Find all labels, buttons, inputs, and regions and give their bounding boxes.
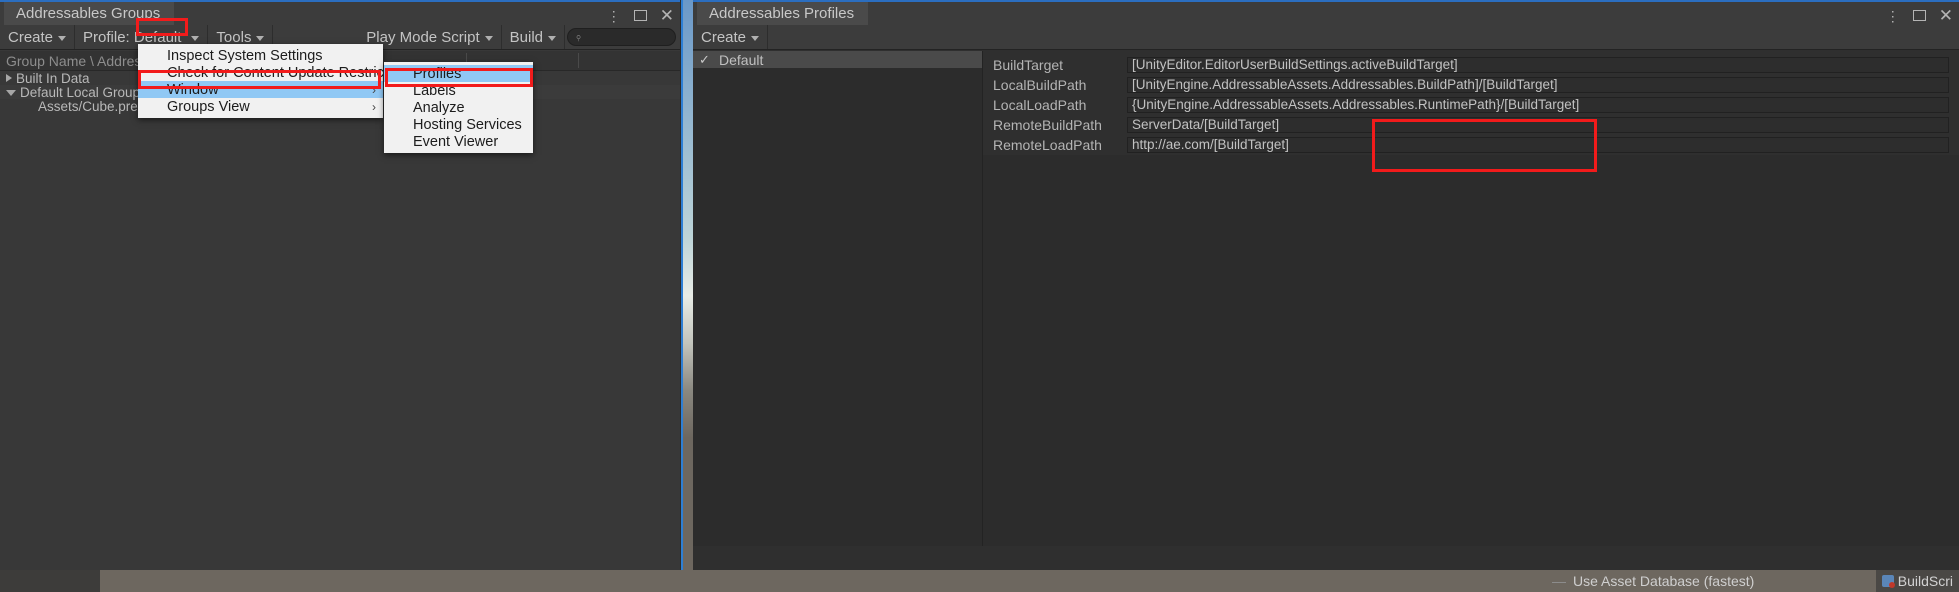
create-label: Create [8,28,54,46]
field-value-remote-build-path[interactable]: ServerData/[BuildTarget] [1127,117,1949,133]
menu-item-label: Profiles [413,65,462,82]
tab-addressables-profiles[interactable]: Addressables Profiles [697,2,869,25]
status-bar-left-fill [0,570,100,592]
profiles-tabstrip: Addressables Profiles ⋮ ✕ [693,2,1959,25]
menu-item-label: Window [167,81,219,98]
field-row-remote-load-path: RemoteLoadPath http://ae.com/[BuildTarge… [983,135,1959,155]
menu-item-label: Labels [413,82,456,99]
maximize-icon[interactable] [633,10,647,21]
profile-variables-panel: BuildTarget [UnityEditor.EditorUserBuild… [983,51,1959,546]
column-divider[interactable] [578,53,579,68]
menu-item-label: Groups View [167,98,250,115]
profile-list-item-default[interactable]: ✓ Default [693,51,982,68]
field-label: RemoteLoadPath [993,137,1102,153]
chevron-right-icon[interactable] [6,74,12,82]
dash-icon: — [1552,573,1566,589]
status-bar-play-mode-item[interactable]: — Use Asset Database (fastest) [1552,570,1754,592]
profile-label: Profile: Default [83,28,182,46]
close-icon[interactable]: ✕ [660,7,674,24]
menu-item-label: Check for Content Update Restrictions [167,64,415,81]
groups-tree: Built In Data Default Local Group (Defau… [0,71,680,592]
status-bar: — Use Asset Database (fastest) BuildScri [0,570,1959,592]
field-label: RemoteBuildPath [993,117,1102,133]
menu-item-analyze[interactable]: Analyze [384,99,533,116]
profiles-window-controls: ⋮ ✕ [1886,4,1953,27]
tree-row-label: Built In Data [16,70,90,86]
build-button[interactable]: Build [502,25,566,49]
menu-item-label: Analyze [413,99,465,116]
field-value-remote-load-path[interactable]: http://ae.com/[BuildTarget] [1127,137,1949,153]
create-label: Create [701,28,747,46]
profile-variables-empty-area [983,155,1959,546]
chevron-down-icon [191,35,200,41]
menu-item-hosting-services[interactable]: Hosting Services [384,116,533,133]
profiles-toolbar: Create [693,25,1959,50]
play-mode-status-label: Use Asset Database (fastest) [1573,573,1755,589]
chevron-down-icon [751,35,760,41]
field-value-local-build-path[interactable]: [UnityEngine.AddressableAssets.Addressab… [1127,77,1949,93]
menu-item-check-content-update-restrictions[interactable]: Check for Content Update Restrictions [138,64,414,81]
menu-item-label: Hosting Services [413,116,522,133]
field-row-remote-build-path: RemoteBuildPath ServerData/[BuildTarget] [983,115,1959,135]
splitter-gradient [683,0,693,592]
chevron-down-icon[interactable] [6,90,16,96]
addressables-profiles-window: Addressables Profiles ⋮ ✕ Create ✓ Defau… [693,0,1959,570]
tools-dropdown-menu: Inspect System Settings Check for Conten… [138,44,414,118]
chevron-right-icon: › [372,99,376,114]
profile-name-label: Default [719,51,764,68]
create-button[interactable]: Create [0,25,76,49]
tab-addressables-groups[interactable]: Addressables Groups [4,2,175,25]
menu-item-label: Inspect System Settings [167,47,323,64]
window-menu-icon[interactable]: ⋮ [1886,9,1900,23]
field-label: BuildTarget [993,57,1064,73]
status-bar-build-script[interactable]: BuildScri [1875,570,1959,592]
menu-item-label: Event Viewer [413,133,499,150]
close-icon[interactable]: ✕ [1939,7,1953,24]
window-menu-icon[interactable]: ⋮ [607,9,621,23]
menu-item-window[interactable]: Window › [138,81,383,98]
menu-item-profiles[interactable]: Profiles [384,65,533,82]
field-row-build-target: BuildTarget [UnityEditor.EditorUserBuild… [983,55,1959,75]
profiles-create-button[interactable]: Create [693,25,769,49]
field-row-local-build-path: LocalBuildPath [UnityEngine.AddressableA… [983,75,1959,95]
chevron-down-icon [548,35,557,41]
chevron-down-icon [256,35,265,41]
build-script-label: BuildScri [1897,573,1953,589]
build-label: Build [509,28,544,46]
chevron-right-icon: › [372,82,376,97]
menu-item-groups-view[interactable]: Groups View › [138,98,383,115]
menu-item-event-viewer[interactable]: Event Viewer [384,133,533,150]
build-script-icon [1881,575,1895,588]
search-icon: ⌕ [572,30,586,44]
chevron-down-icon [58,35,67,41]
window-submenu: Profiles Labels Analyze Hosting Services… [384,62,533,153]
tools-label: Tools [216,28,252,46]
profile-list-panel: ✓ Default [693,51,982,546]
field-value-build-target[interactable]: [UnityEditor.EditorUserBuildSettings.act… [1127,57,1949,73]
field-row-local-load-path: LocalLoadPath {UnityEngine.AddressableAs… [983,95,1959,115]
search-input[interactable]: ⌕ [567,28,676,46]
field-label: LocalLoadPath [993,97,1087,113]
menu-item-labels[interactable]: Labels [384,82,533,99]
menu-item-inspect-system-settings[interactable]: Inspect System Settings [138,47,383,64]
unity-editor-screenshot: Addressables Groups ⋮ ✕ Create Profile: … [0,0,1959,592]
check-icon: ✓ [699,51,710,67]
window-splitter[interactable] [681,0,693,592]
groups-window-controls: ⋮ ✕ [607,4,674,27]
profile-list-body [693,68,982,546]
field-label: LocalBuildPath [993,77,1087,93]
chevron-down-icon [484,35,493,41]
play-mode-script-label: Play Mode Script [366,28,480,46]
maximize-icon[interactable] [1912,10,1926,21]
field-value-local-load-path[interactable]: {UnityEngine.AddressableAssets.Addressab… [1127,97,1949,113]
groups-tabstrip: Addressables Groups ⋮ ✕ [0,2,680,25]
